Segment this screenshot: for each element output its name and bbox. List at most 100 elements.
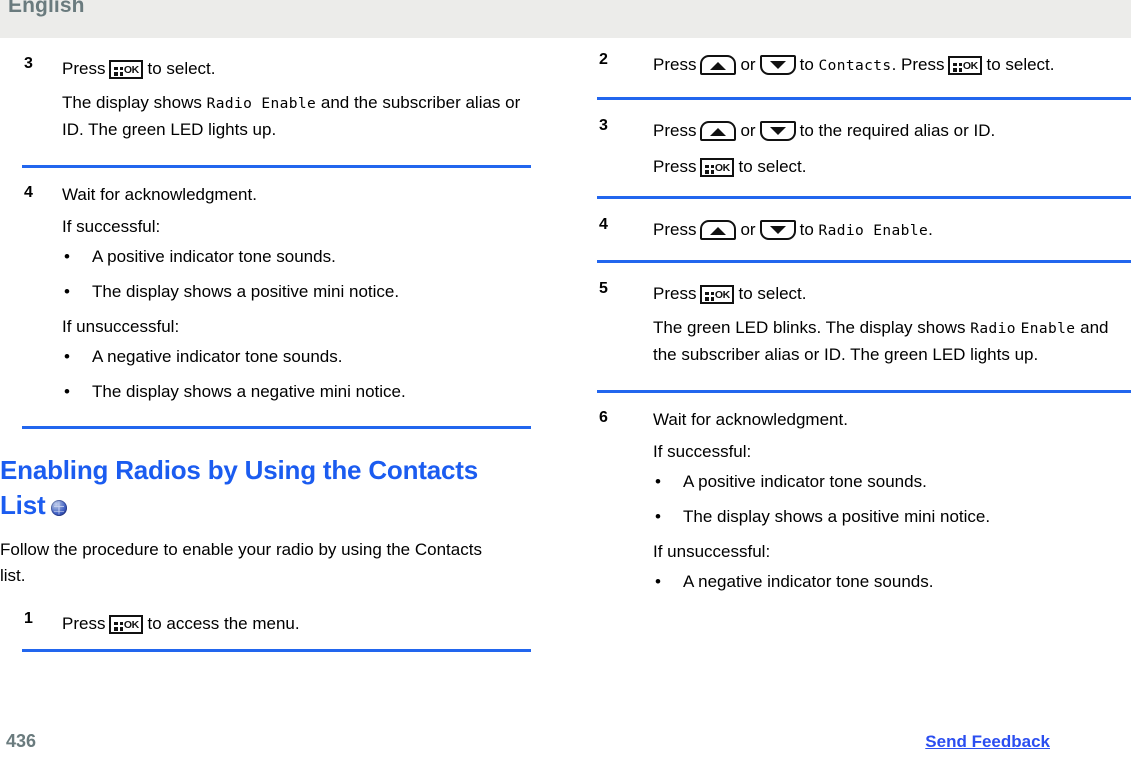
ok-menu-key-icon[interactable]: OK [109, 60, 144, 79]
ok-menu-key-icon[interactable]: OK [109, 615, 144, 634]
to-label: to the required alias or ID. [799, 121, 996, 140]
list-item: • A negative indicator tone sounds. [653, 569, 1123, 595]
step-instruction: Press or to Contacts. Press OK to select. [653, 50, 1123, 81]
page-footer: 436 Send Feedback [0, 724, 1131, 762]
step-number: 3 [24, 55, 33, 72]
step-number: 4 [24, 184, 33, 201]
to-label: to [799, 55, 814, 74]
press-label: Press [653, 284, 697, 303]
triangle-up-glyph [710, 227, 727, 235]
menu-grid-glyph [114, 66, 124, 76]
press-suffix: to select. [738, 157, 807, 176]
step-item-right-4: 4 Press or to Radio Enable. [591, 215, 1131, 246]
page-number: 436 [6, 731, 37, 751]
press-label-2: . Press [891, 55, 945, 74]
step-body: Press OK to select. The green LED blinks. … [653, 279, 1123, 368]
bullet-dot: • [64, 382, 70, 401]
ok-key-label: OK [123, 619, 139, 631]
triangle-down-glyph [769, 226, 786, 234]
ok-key-label: OK [714, 289, 730, 301]
menu-grid-glyph [953, 62, 963, 72]
step-item-left-3: 3 Press OK to select. The display shows Ra… [0, 54, 540, 143]
send-feedback-link[interactable]: Send Feedback [925, 732, 1050, 752]
step-instruction: Press or to the required alias or ID. [653, 116, 1123, 146]
step-instruction: Press or to Radio Enable. [653, 215, 1123, 246]
step-instruction: Press OK to select. [62, 54, 532, 84]
page-header-band: English [0, 0, 1131, 38]
step-body: Press OK to access the menu. [62, 609, 532, 639]
fail-bullet-list: • A negative indicator tone sounds. • The … [62, 344, 532, 405]
detail-text-1: The green LED blinks. The display shows [653, 318, 966, 337]
ok-key-label: OK [123, 64, 139, 76]
down-arrow-key-icon[interactable] [759, 121, 796, 141]
step-number: 3 [599, 117, 608, 134]
up-arrow-key-icon[interactable] [700, 121, 737, 141]
ok-menu-key-icon[interactable]: OK [948, 56, 983, 75]
success-label: If successful: [62, 217, 161, 236]
press-suffix: to access the menu. [147, 614, 300, 633]
fail-label: If unsuccessful: [653, 542, 771, 561]
bullet-dot: • [64, 282, 70, 301]
press-label: Press [62, 59, 106, 78]
globe-icon [51, 500, 68, 516]
heading-line-2: List [0, 490, 46, 520]
list-item-label: The display shows a positive mini notice… [683, 507, 991, 526]
press-suffix: to select. [738, 284, 807, 303]
list-item-label: A negative indicator tone sounds. [92, 347, 343, 366]
display-text: Radio Enable [206, 96, 317, 112]
step-item-left-4: 4 Wait for acknowledgment. If successful… [0, 182, 540, 405]
success-bullet-list: • A positive indicator tone sounds. • The … [62, 244, 532, 305]
list-item-label: A positive indicator tone sounds. [683, 472, 927, 491]
display-text: Contacts [818, 58, 892, 74]
step-instruction: Press OK to select. [653, 279, 1123, 309]
list-item: • A positive indicator tone sounds. [653, 469, 1123, 495]
fail-bullet-list: • A negative indicator tone sounds. [653, 569, 1123, 595]
or-label: or [740, 121, 756, 140]
step-item-right-6: 6 Wait for acknowledgment. If successful… [591, 407, 1131, 595]
bullet-dot: • [64, 347, 70, 366]
triangle-up-glyph [710, 62, 727, 70]
step-number: 4 [599, 216, 608, 233]
step-title: Wait for acknowledgment. [62, 185, 257, 204]
success-bullet-list: • A positive indicator tone sounds. • The … [653, 469, 1123, 530]
step-title: Wait for acknowledgment. [653, 410, 848, 429]
section-heading-block: Enabling Radios by Using the Contacts Lis… [0, 453, 540, 589]
press-label-2: Press [653, 157, 697, 176]
menu-grid-glyph [114, 621, 124, 631]
step-number: 6 [599, 409, 608, 426]
menu-grid-glyph [705, 291, 715, 301]
period: . [928, 220, 933, 239]
list-item-label: The display shows a positive mini notice… [92, 282, 400, 301]
fail-label: If unsuccessful: [62, 317, 180, 336]
ok-menu-key-icon[interactable]: OK [700, 158, 735, 177]
press-label: Press [653, 55, 697, 74]
display-text-2: Enable [1020, 321, 1076, 337]
step-instruction-2: Press OK to select. [653, 152, 1123, 182]
list-item: • A negative indicator tone sounds. [62, 344, 532, 370]
down-arrow-key-icon[interactable] [759, 55, 796, 75]
up-arrow-key-icon[interactable] [700, 220, 737, 240]
left-column: 3 Press OK to select. The display shows Ra… [0, 38, 540, 724]
bullet-dot: • [655, 507, 661, 526]
list-item-label: A positive indicator tone sounds. [92, 247, 336, 266]
list-item: • A positive indicator tone sounds. [62, 244, 532, 270]
step-number: 1 [24, 610, 33, 627]
triangle-up-glyph [710, 128, 727, 136]
list-item-label: A negative indicator tone sounds. [683, 572, 934, 591]
press-label: Press [653, 220, 697, 239]
down-arrow-key-icon[interactable] [759, 220, 796, 240]
step-item-right-3: 3 Press or to the required alias or ID. Pr… [591, 116, 1131, 182]
bullet-dot: • [655, 472, 661, 491]
step-detail: The display shows Radio Enable and the s… [62, 90, 532, 143]
list-item: • The display shows a positive mini notic… [62, 279, 532, 305]
ok-key-label: OK [962, 60, 978, 72]
press-label: Press [62, 614, 106, 633]
up-arrow-key-icon[interactable] [700, 55, 737, 75]
right-column: 2 Press or to Contacts. Press OK to select. … [591, 38, 1131, 724]
list-item: • The display shows a positive mini notic… [653, 504, 1123, 530]
step-body: Press OK to select. The display shows Radi… [62, 54, 532, 143]
page-content: 3 Press OK to select. The display shows Ra… [0, 38, 1131, 724]
bullet-dot: • [655, 572, 661, 591]
ok-menu-key-icon[interactable]: OK [700, 285, 735, 304]
step-body: Press or to Radio Enable. [653, 215, 1123, 246]
